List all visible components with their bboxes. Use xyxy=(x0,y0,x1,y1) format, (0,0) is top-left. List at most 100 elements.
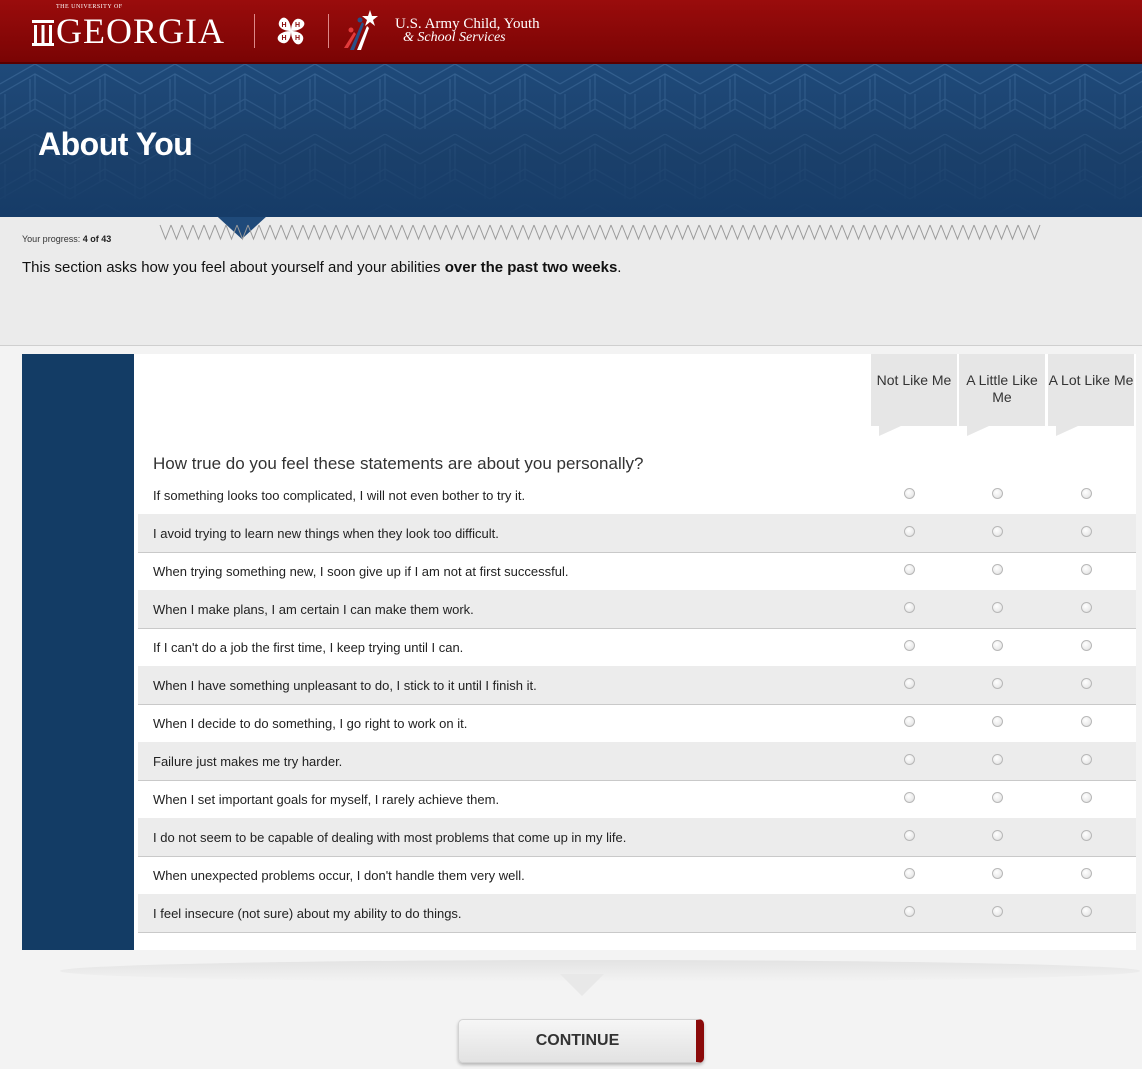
radio-a-little-like-me[interactable] xyxy=(992,868,1003,879)
site-header: THE UNIVERSITY OF GEORGIA HH HH U.S. Arm… xyxy=(0,0,1142,64)
radio-not-like-me[interactable] xyxy=(904,602,915,613)
radio-a-lot-like-me[interactable] xyxy=(1081,564,1092,575)
statement-row: I feel insecure (not sure) about my abil… xyxy=(138,894,1136,933)
divider xyxy=(254,14,255,48)
radio-a-little-like-me[interactable] xyxy=(992,906,1003,917)
intro-end: . xyxy=(617,259,622,276)
statement-text: Failure just makes me try harder. xyxy=(153,754,343,769)
column-header-not-like-me: Not Like Me xyxy=(871,354,957,436)
section-intro: This section asks how you feel about you… xyxy=(22,259,621,276)
radio-a-lot-like-me[interactable] xyxy=(1081,678,1092,689)
svg-text:H: H xyxy=(282,35,287,42)
arch-icon xyxy=(32,20,54,46)
radio-a-lot-like-me[interactable] xyxy=(1081,792,1092,803)
progress-label-text: Your progress: xyxy=(22,234,81,244)
army-cyss-logo-icon[interactable] xyxy=(340,8,384,52)
column-label: A Little Like Me xyxy=(966,372,1038,405)
question-prompt: How true do you feel these statements ar… xyxy=(153,454,644,473)
svg-text:H: H xyxy=(282,22,287,29)
svg-text:H: H xyxy=(295,35,300,42)
radio-a-lot-like-me[interactable] xyxy=(1081,640,1092,651)
column-label: A Lot Like Me xyxy=(1048,372,1134,388)
radio-a-lot-like-me[interactable] xyxy=(1081,488,1092,499)
statement-text: I feel insecure (not sure) about my abil… xyxy=(153,906,462,921)
statement-row: I avoid trying to learn new things when … xyxy=(138,514,1136,553)
radio-not-like-me[interactable] xyxy=(904,640,915,651)
radio-a-lot-like-me[interactable] xyxy=(1081,830,1092,841)
card-side-stripe xyxy=(22,354,134,950)
survey-card: Not Like Me A Little Like Me A Lot Like … xyxy=(22,354,1136,950)
statement-row: When I decide to do something, I go righ… xyxy=(138,704,1136,743)
four-h-clover-icon[interactable]: HH HH xyxy=(272,12,310,50)
statement-row: Failure just makes me try harder. xyxy=(138,742,1136,781)
statement-text: When I have something unpleasant to do, … xyxy=(153,678,537,693)
statement-text: When I decide to do something, I go righ… xyxy=(153,716,468,731)
radio-not-like-me[interactable] xyxy=(904,868,915,879)
partner-line-2: & School Services xyxy=(403,30,506,45)
progress-section: Your progress: 4 of 43 This section asks… xyxy=(0,217,1142,346)
progress-track xyxy=(159,224,1041,241)
statement-text: When I set important goals for myself, I… xyxy=(153,792,500,807)
statement-row: I do not seem to be capable of dealing w… xyxy=(138,818,1136,857)
progress-bar xyxy=(159,217,1041,241)
radio-a-little-like-me[interactable] xyxy=(992,792,1003,803)
radio-a-lot-like-me[interactable] xyxy=(1081,754,1092,765)
statement-text: I do not seem to be capable of dealing w… xyxy=(153,830,627,845)
statement-text: If something looks too complicated, I wi… xyxy=(153,488,526,503)
continue-button[interactable]: CONTINUE xyxy=(458,1019,704,1063)
radio-a-little-like-me[interactable] xyxy=(992,830,1003,841)
radio-not-like-me[interactable] xyxy=(904,678,915,689)
statement-text: I avoid trying to learn new things when … xyxy=(153,526,499,541)
radio-not-like-me[interactable] xyxy=(904,488,915,499)
progress-value: 4 of 43 xyxy=(82,234,112,244)
radio-a-little-like-me[interactable] xyxy=(992,602,1003,613)
radio-a-lot-like-me[interactable] xyxy=(1081,868,1092,879)
column-header-a-little-like-me: A Little Like Me xyxy=(959,354,1045,436)
radio-a-lot-like-me[interactable] xyxy=(1081,526,1092,537)
radio-a-little-like-me[interactable] xyxy=(992,754,1003,765)
radio-a-lot-like-me[interactable] xyxy=(1081,602,1092,613)
statement-text: When trying something new, I soon give u… xyxy=(153,564,569,579)
statement-row: If something looks too complicated, I wi… xyxy=(138,476,1136,515)
column-label: Not Like Me xyxy=(876,372,952,388)
radio-not-like-me[interactable] xyxy=(904,564,915,575)
divider xyxy=(328,14,329,48)
statement-row: When I set important goals for myself, I… xyxy=(138,780,1136,819)
statement-text: If I can't do a job the first time, I ke… xyxy=(153,640,464,655)
intro-emphasis: over the past two weeks xyxy=(444,259,618,276)
column-tail xyxy=(879,426,901,436)
radio-a-little-like-me[interactable] xyxy=(992,564,1003,575)
statement-row: When unexpected problems occur, I don't … xyxy=(138,856,1136,895)
radio-a-little-like-me[interactable] xyxy=(992,678,1003,689)
radio-a-lot-like-me[interactable] xyxy=(1081,906,1092,917)
radio-a-little-like-me[interactable] xyxy=(992,640,1003,651)
radio-not-like-me[interactable] xyxy=(904,754,915,765)
column-header-a-lot-like-me: A Lot Like Me xyxy=(1048,354,1134,436)
statement-row: When trying something new, I soon give u… xyxy=(138,552,1136,591)
statement-text: When I make plans, I am certain I can ma… xyxy=(153,602,474,617)
statement-row: When I have something unpleasant to do, … xyxy=(138,666,1136,705)
page-title: About You xyxy=(38,126,193,162)
svg-text:H: H xyxy=(295,22,300,29)
university-name: GEORGIA xyxy=(56,11,225,51)
radio-not-like-me[interactable] xyxy=(904,830,915,841)
radio-a-little-like-me[interactable] xyxy=(992,526,1003,537)
radio-a-lot-like-me[interactable] xyxy=(1081,716,1092,727)
progress-label: Your progress: 4 of 43 xyxy=(22,234,111,244)
radio-not-like-me[interactable] xyxy=(904,792,915,803)
statement-text: When unexpected problems occur, I don't … xyxy=(153,868,525,883)
radio-a-little-like-me[interactable] xyxy=(992,488,1003,499)
intro-text: This section asks how you feel about you… xyxy=(22,259,445,276)
radio-not-like-me[interactable] xyxy=(904,716,915,727)
hero-banner: About You xyxy=(0,64,1142,217)
radio-not-like-me[interactable] xyxy=(904,526,915,537)
statement-row: When I make plans, I am certain I can ma… xyxy=(138,590,1136,629)
army-cyss-text: U.S. Army Child, Youth & School Services xyxy=(395,17,540,45)
radio-a-little-like-me[interactable] xyxy=(992,716,1003,727)
statement-row: If I can't do a job the first time, I ke… xyxy=(138,628,1136,667)
column-tail xyxy=(1056,426,1078,436)
radio-not-like-me[interactable] xyxy=(904,906,915,917)
column-tail xyxy=(967,426,989,436)
footer-notch xyxy=(560,974,604,996)
partner-line-1: U.S. Army Child, Youth xyxy=(395,16,540,32)
